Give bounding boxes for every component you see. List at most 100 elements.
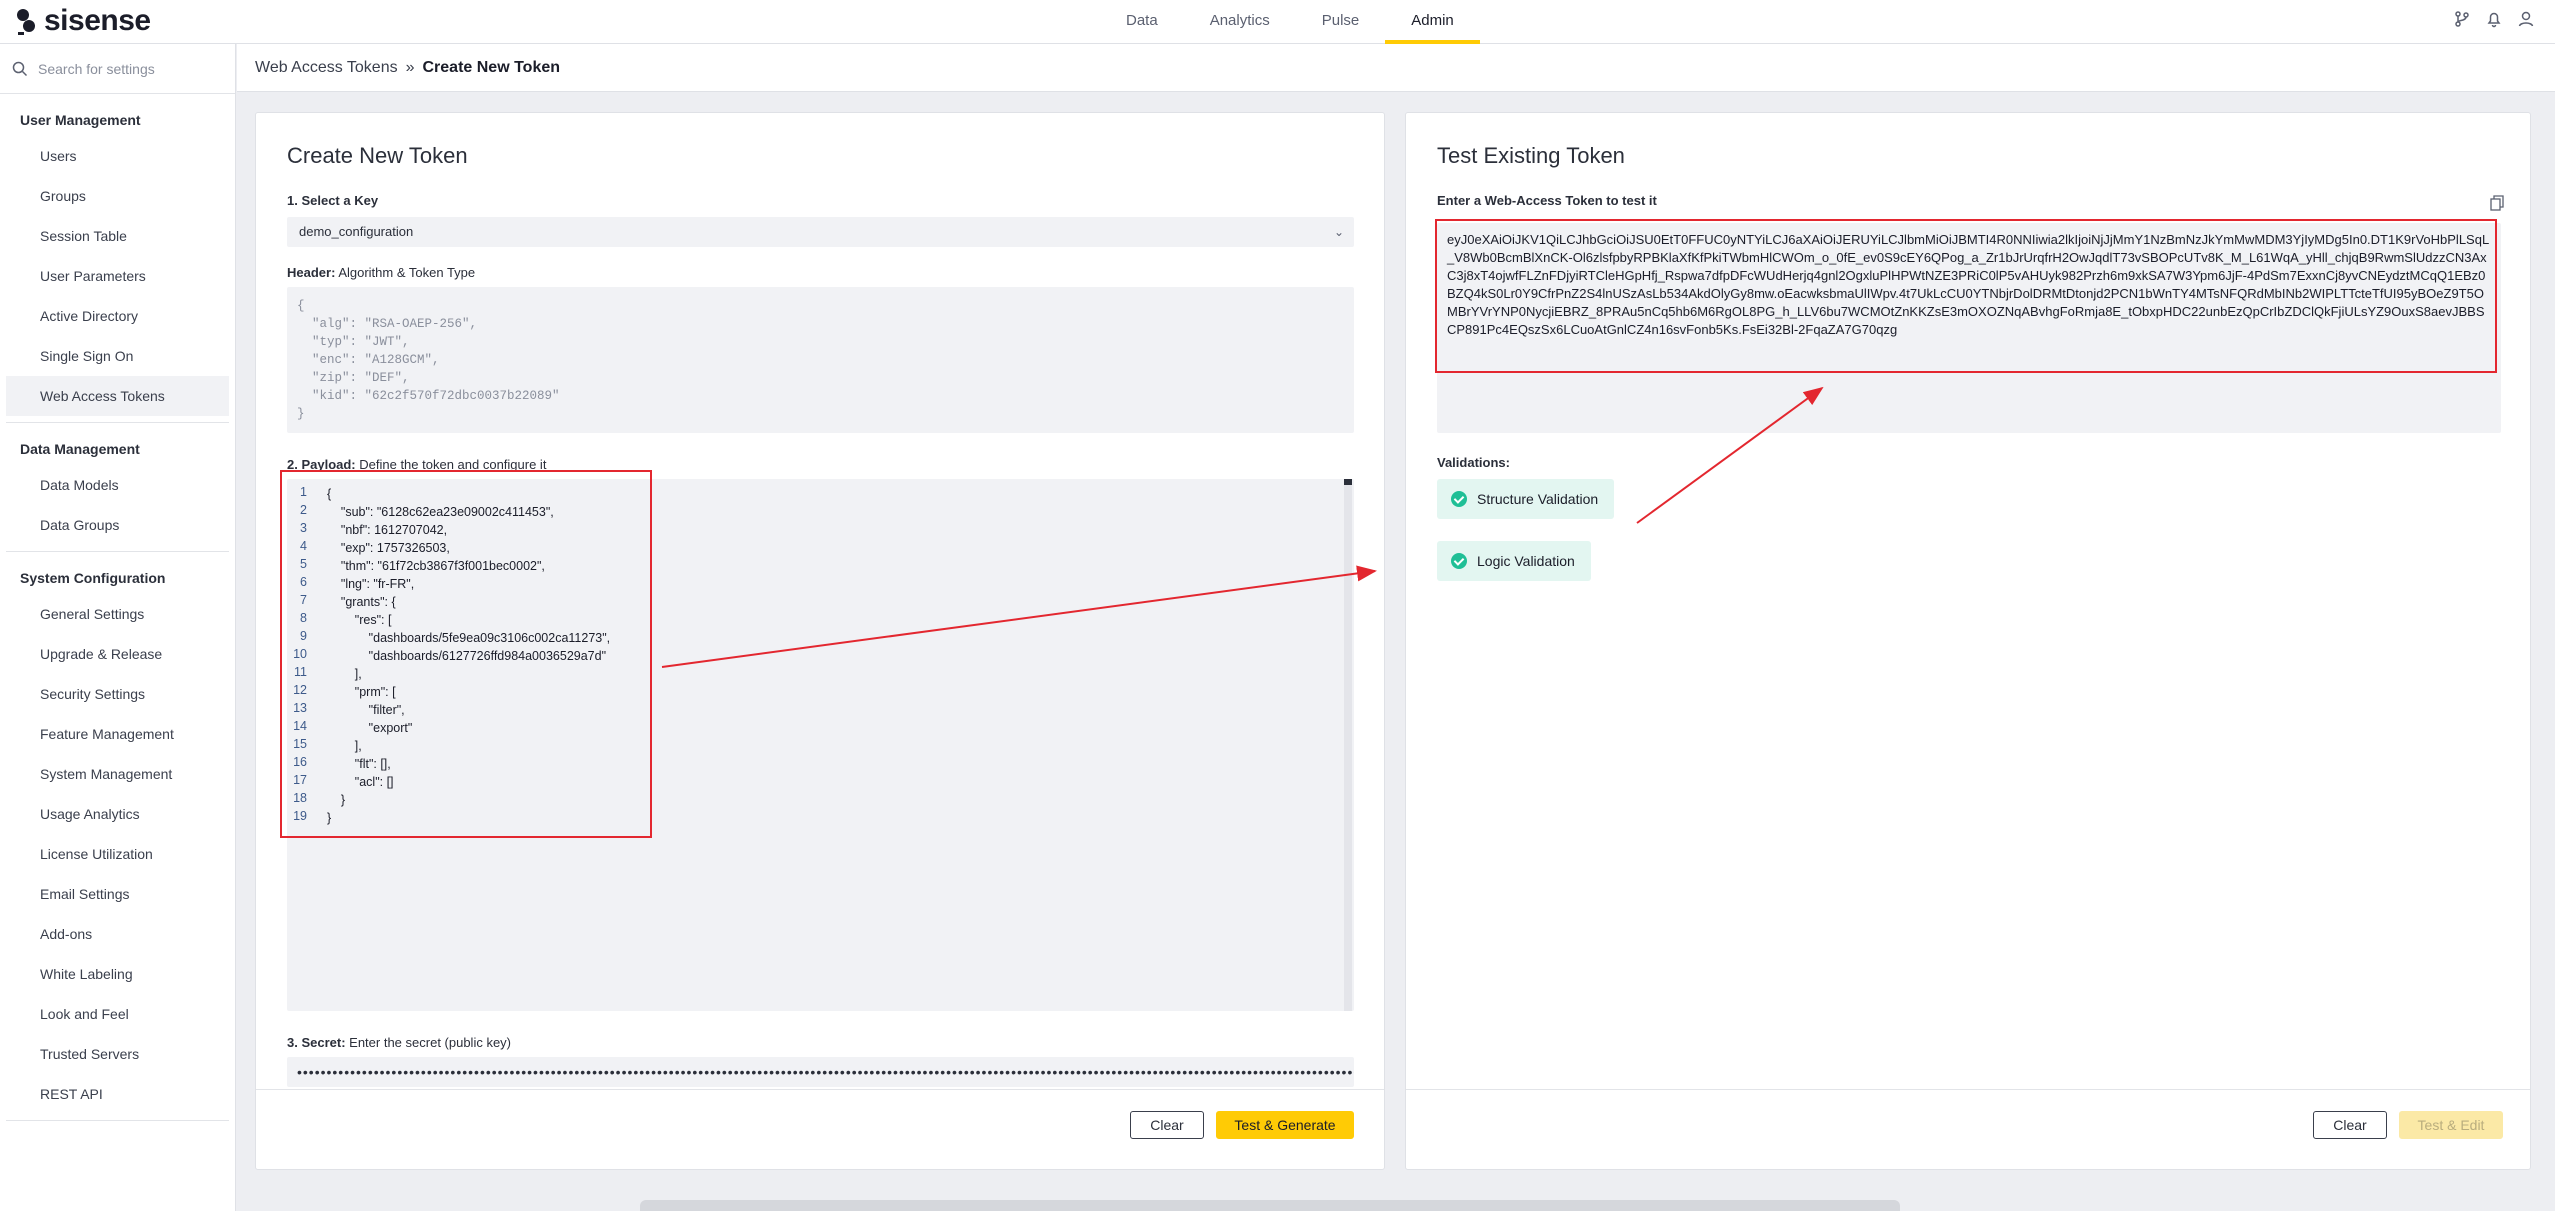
section-user-management: User Management Users Groups Session Tab… (6, 94, 229, 423)
clear-button[interactable]: Clear (1130, 1111, 1204, 1139)
line-number: 14 (293, 719, 307, 733)
header-json-line: "enc": "A128GCM", (297, 353, 440, 367)
git-branch-icon[interactable] (2453, 10, 2471, 28)
sidebar-item-active-directory[interactable]: Active Directory (6, 296, 229, 336)
token-input[interactable]: eyJ0eXAiOiJKV1QiLCJhbGciOiJSU0EtT0FFUC0y… (1437, 223, 2501, 433)
payload-label-rest: Define the token and configure it (355, 457, 547, 472)
code-line: } (327, 811, 332, 825)
code-line: "thm": "61f72cb3867f3f001bec0002", (327, 559, 545, 573)
line-number: 5 (300, 557, 307, 571)
line-number: 19 (293, 809, 307, 823)
sidebar-item-general-settings[interactable]: General Settings (6, 594, 229, 634)
panel-footer: Clear Test & Generate (256, 1089, 1384, 1169)
search-icon (12, 61, 28, 76)
sidebar-item-security-settings[interactable]: Security Settings (6, 674, 229, 714)
nav-pulse[interactable]: Pulse (1296, 0, 1386, 44)
key-select[interactable]: demo_configuration ⌄ (287, 217, 1354, 247)
sidebar-item-email-settings[interactable]: Email Settings (6, 874, 229, 914)
sidebar-item-web-access-tokens[interactable]: Web Access Tokens (6, 376, 229, 416)
breadcrumb-separator: » (405, 58, 415, 76)
sidebar-item-usage-analytics[interactable]: Usage Analytics (6, 794, 229, 834)
code-line: } (327, 793, 346, 807)
sidebar-item-session-table[interactable]: Session Table (6, 216, 229, 256)
copy-icon[interactable] (2490, 195, 2504, 211)
payload-editor[interactable]: 1{2 "sub": "6128c62ea23e09002c411453", 3 … (287, 479, 1354, 1011)
sidebar-item-add-ons[interactable]: Add-ons (6, 914, 229, 954)
code-line: "exp": 1757326503, (327, 541, 450, 555)
code-line: "grants": { (327, 595, 396, 609)
sidebar-item-feature-management[interactable]: Feature Management (6, 714, 229, 754)
header-label-rest: Algorithm & Token Type (335, 265, 476, 280)
validations-label: Validations: (1437, 455, 1510, 470)
validation-label: Structure Validation (1477, 491, 1599, 507)
check-circle-icon (1451, 553, 1467, 569)
main-nav: Data Analytics Pulse Admin (1100, 0, 1480, 44)
structure-validation: Structure Validation (1437, 479, 1615, 519)
code-line: "sub": "6128c62ea23e09002c411453", (327, 505, 554, 519)
code-line: "res": [ (327, 613, 392, 627)
code-line: "nbf": 1612707042, (327, 523, 448, 537)
code-line: "acl": [] (327, 775, 394, 789)
code-line: { (327, 487, 332, 501)
header-json-line: "alg": "RSA-OAEP-256", (297, 317, 478, 331)
line-number: 1 (300, 485, 307, 499)
sidebar-item-users[interactable]: Users (6, 136, 229, 176)
header-json-line: "typ": "JWT", (297, 335, 410, 349)
sidebar-item-look-and-feel[interactable]: Look and Feel (6, 994, 229, 1034)
chevron-down-icon: ⌄ (1333, 225, 1344, 239)
sidebar-item-system-management[interactable]: System Management (6, 754, 229, 794)
line-number: 17 (293, 773, 307, 787)
sidebar-item-upgrade-release[interactable]: Upgrade & Release (6, 634, 229, 674)
panel-footer: Clear Test & Edit (1406, 1089, 2530, 1169)
token-value: eyJ0eXAiOiJKV1QiLCJhbGciOiJSU0EtT0FFUC0y… (1447, 232, 2490, 337)
secret-label: 3. Secret: Enter the secret (public key) (287, 1035, 511, 1050)
token-input-label: Enter a Web-Access Token to test it (1437, 193, 1657, 208)
nav-admin[interactable]: Admin (1385, 0, 1480, 44)
secret-label-rest: Enter the secret (public key) (345, 1035, 512, 1050)
sidebar-item-single-sign-on[interactable]: Single Sign On (6, 336, 229, 376)
user-icon[interactable] (2517, 10, 2535, 28)
panel-title: Create New Token (287, 143, 468, 168)
nav-analytics[interactable]: Analytics (1184, 0, 1296, 44)
settings-search (0, 44, 235, 94)
section-header: System Configuration (20, 570, 166, 586)
top-icons (2453, 10, 2535, 28)
sidebar-item-white-labeling[interactable]: White Labeling (6, 954, 229, 994)
payload-label-bold: 2. Payload: (287, 457, 356, 472)
sidebar-item-data-models[interactable]: Data Models (6, 465, 229, 505)
header-json-line: "zip": "DEF", (297, 371, 410, 385)
key-label: 1. Select a Key (287, 193, 378, 208)
bell-icon[interactable] (2485, 10, 2503, 28)
sidebar-item-user-parameters[interactable]: User Parameters (6, 256, 229, 296)
sidebar-item-data-groups[interactable]: Data Groups (6, 505, 229, 545)
line-number: 9 (300, 629, 307, 643)
line-number: 10 (293, 647, 307, 661)
sidebar-item-rest-api[interactable]: REST API (6, 1074, 229, 1114)
line-number: 16 (293, 755, 307, 769)
test-generate-button[interactable]: Test & Generate (1216, 1111, 1354, 1139)
validations-label-text: Validations: (1437, 455, 1510, 470)
sidebar-item-groups[interactable]: Groups (6, 176, 229, 216)
breadcrumb-current: Create New Token (422, 58, 561, 76)
sisense-logo[interactable]: sisense (14, 4, 151, 38)
breadcrumb-parent[interactable]: Web Access Tokens (255, 59, 398, 77)
code-line: "prm": [ (327, 685, 396, 699)
settings-search-input[interactable] (38, 60, 218, 77)
header-json-line: } (297, 407, 305, 421)
line-number: 6 (300, 575, 307, 589)
editor-scrollbar[interactable] (1344, 479, 1352, 1011)
settings-sidebar: User Management Users Groups Session Tab… (0, 44, 236, 1211)
nav-data[interactable]: Data (1100, 0, 1184, 44)
clear-button[interactable]: Clear (2313, 1111, 2387, 1139)
code-line: "export" (327, 721, 413, 735)
line-number: 15 (293, 737, 307, 751)
bottom-scroll-indicator (640, 1200, 1900, 1211)
code-line: "dashboards/6127726ffd984a0036529a7d" (327, 649, 607, 663)
sidebar-item-trusted-servers[interactable]: Trusted Servers (6, 1034, 229, 1074)
header-json-box: { "alg": "RSA-OAEP-256", "typ": "JWT", "… (287, 287, 1354, 433)
secret-label-bold: 3. Secret: (287, 1035, 346, 1050)
test-edit-button[interactable]: Test & Edit (2399, 1111, 2503, 1139)
section-header: Data Management (20, 441, 140, 457)
sidebar-item-license-utilization[interactable]: License Utilization (6, 834, 229, 874)
secret-input[interactable]: ••••••••••••••••••••••••••••••••••••••••… (287, 1057, 1354, 1087)
